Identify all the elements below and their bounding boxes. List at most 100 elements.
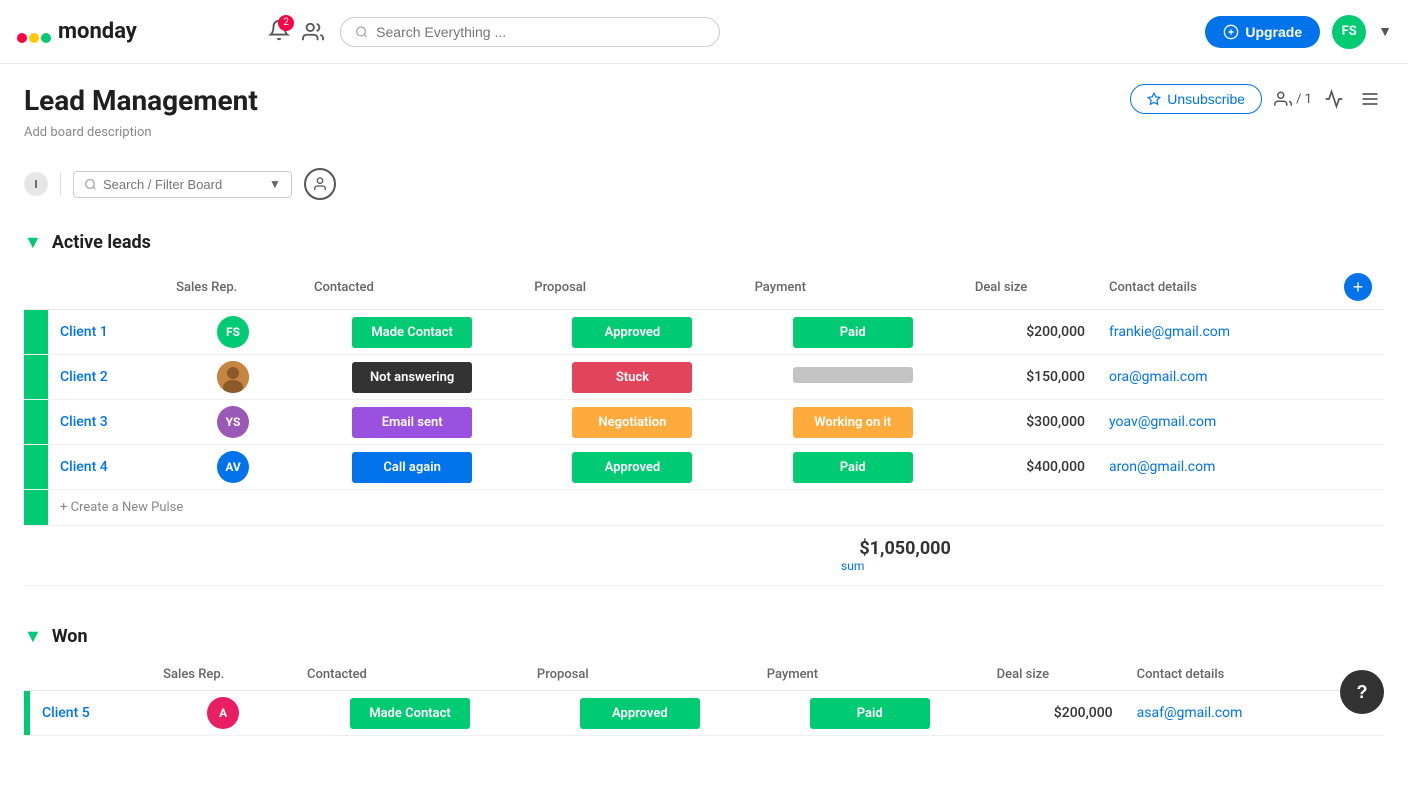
sum-empty-cell xyxy=(24,526,48,586)
board-title-area: Lead Management xyxy=(24,84,258,117)
divider xyxy=(60,172,61,196)
board-header: Lead Management Unsubscribe / 1 xyxy=(24,84,1384,117)
row-contacted[interactable]: Made Contact xyxy=(302,310,522,355)
row-contact-email[interactable]: yoav@gmail.com xyxy=(1097,400,1332,445)
col-add: + xyxy=(1332,265,1384,310)
filter-toggle[interactable]: I xyxy=(24,172,48,196)
board-meta-icons: / 1 xyxy=(1274,85,1384,113)
row-name-cell[interactable]: Client 2 xyxy=(48,355,164,400)
sum-empty-3 xyxy=(1097,526,1332,586)
menu-icon xyxy=(1360,89,1380,109)
upgrade-icon xyxy=(1223,24,1239,40)
row-proposal[interactable]: Approved xyxy=(522,445,742,490)
row-sales-rep: A xyxy=(151,691,295,736)
search-filter-bar[interactable]: ▼ xyxy=(73,171,292,198)
row-extra xyxy=(1332,355,1384,400)
won-header-row: Sales Rep. Contacted Proposal Payment De… xyxy=(24,659,1384,691)
row-indicator xyxy=(24,355,48,400)
won-col-deal-size: Deal size xyxy=(985,659,1125,691)
row-contacted[interactable]: Call again xyxy=(302,445,522,490)
sum-empty-cell xyxy=(164,526,302,586)
sum-box: $1,050,000sum xyxy=(743,526,963,586)
active-leads-body: Client 1FSMade ContactApprovedPaid$200,0… xyxy=(24,310,1384,586)
row-deal-size: $400,000 xyxy=(963,445,1097,490)
filter-bar: I ▼ xyxy=(24,160,1384,208)
notifications-bell[interactable]: 2 xyxy=(268,19,290,45)
sum-empty-cell xyxy=(48,526,164,586)
logo-area: monday xyxy=(16,19,256,44)
main-content: Lead Management Unsubscribe / 1 xyxy=(0,64,1408,796)
active-leads-chevron[interactable]: ▼ xyxy=(24,232,42,253)
filter-dropdown-arrow[interactable]: ▼ xyxy=(269,177,281,191)
row-sales-rep: AV xyxy=(164,445,302,490)
row-payment[interactable] xyxy=(743,355,963,400)
table-row: Client 4AVCall againApprovedPaid$400,000… xyxy=(24,445,1384,490)
row-proposal[interactable]: Approved xyxy=(525,691,755,736)
col-payment: Payment xyxy=(743,265,963,310)
col-sales-rep: Sales Rep. xyxy=(164,265,302,310)
top-navigation: monday 2 Upgrad xyxy=(0,0,1408,64)
create-pulse-row: + Create a New Pulse xyxy=(24,490,1384,526)
row-proposal[interactable]: Approved xyxy=(522,310,742,355)
members-icon[interactable]: / 1 xyxy=(1274,90,1312,108)
team-icon xyxy=(302,21,324,43)
won-title: Won xyxy=(52,626,88,647)
won-col-proposal: Proposal xyxy=(525,659,755,691)
row-contact-email[interactable]: aron@gmail.com xyxy=(1097,445,1332,490)
create-pulse-button[interactable]: + Create a New Pulse xyxy=(48,490,1332,526)
row-name-cell[interactable]: Client 5 xyxy=(30,691,151,736)
person-icon xyxy=(312,176,328,192)
row-contact-email[interactable]: ora@gmail.com xyxy=(1097,355,1332,400)
row-name-cell[interactable]: Client 4 xyxy=(48,445,164,490)
row-payment[interactable]: Working on it xyxy=(743,400,963,445)
row-payment[interactable]: Paid xyxy=(743,310,963,355)
row-contacted[interactable]: Made Contact xyxy=(295,691,525,736)
filter-search-icon xyxy=(84,178,97,191)
row-sales-rep xyxy=(164,355,302,400)
row-deal-size: $300,000 xyxy=(963,400,1097,445)
row-proposal[interactable]: Stuck xyxy=(522,355,742,400)
logo-text: monday xyxy=(58,19,137,44)
won-table: Sales Rep. Contacted Proposal Payment De… xyxy=(24,659,1384,736)
row-name-cell[interactable]: Client 3 xyxy=(48,400,164,445)
won-col-contact-details: Contact details xyxy=(1125,659,1344,691)
table-row: Client 5AMade ContactApprovedPaid$200,00… xyxy=(24,691,1384,736)
row-contacted[interactable]: Email sent xyxy=(302,400,522,445)
row-deal-size: $150,000 xyxy=(963,355,1097,400)
col-contacted: Contacted xyxy=(302,265,522,310)
table-row: Client 3YSEmail sentNegotiationWorking o… xyxy=(24,400,1384,445)
search-icon xyxy=(355,25,368,39)
board-title: Lead Management xyxy=(24,84,258,117)
add-column-button[interactable]: + xyxy=(1344,273,1372,301)
activity-button[interactable] xyxy=(1320,85,1348,113)
row-payment[interactable]: Paid xyxy=(755,691,985,736)
row-contact-email[interactable]: frankie@gmail.com xyxy=(1097,310,1332,355)
row-proposal[interactable]: Negotiation xyxy=(522,400,742,445)
indicator-header xyxy=(24,265,48,310)
team-icon-button[interactable] xyxy=(298,17,328,47)
menu-button[interactable] xyxy=(1356,85,1384,113)
upgrade-button[interactable]: Upgrade xyxy=(1205,16,1320,48)
row-contact-email[interactable]: asaf@gmail.com xyxy=(1125,691,1344,736)
person-filter[interactable] xyxy=(304,168,336,200)
user-avatar[interactable]: FS xyxy=(1332,15,1366,49)
nav-right: Upgrade FS ▼ xyxy=(1205,15,1392,49)
row-extra xyxy=(1332,400,1384,445)
board-description[interactable]: Add board description xyxy=(24,125,1384,140)
table-row: Client 2 Not answeringStuck $150,000ora@gm… xyxy=(24,355,1384,400)
row-name-cell[interactable]: Client 1 xyxy=(48,310,164,355)
won-chevron[interactable]: ▼ xyxy=(24,626,42,647)
search-input[interactable] xyxy=(376,24,705,40)
help-button[interactable]: ? xyxy=(1340,670,1384,714)
filter-search-input[interactable] xyxy=(103,177,263,192)
search-bar[interactable] xyxy=(340,17,720,47)
avatar-caret[interactable]: ▼ xyxy=(1378,23,1392,40)
row-payment[interactable]: Paid xyxy=(743,445,963,490)
won-col-contacted: Contacted xyxy=(295,659,525,691)
row-contacted[interactable]: Not answering xyxy=(302,355,522,400)
won-col-name xyxy=(30,659,151,691)
sum-empty-2 xyxy=(963,526,1097,586)
unsubscribe-button[interactable]: Unsubscribe xyxy=(1130,84,1262,114)
sum-empty-cell xyxy=(522,526,742,586)
table-row: Client 1FSMade ContactApprovedPaid$200,0… xyxy=(24,310,1384,355)
